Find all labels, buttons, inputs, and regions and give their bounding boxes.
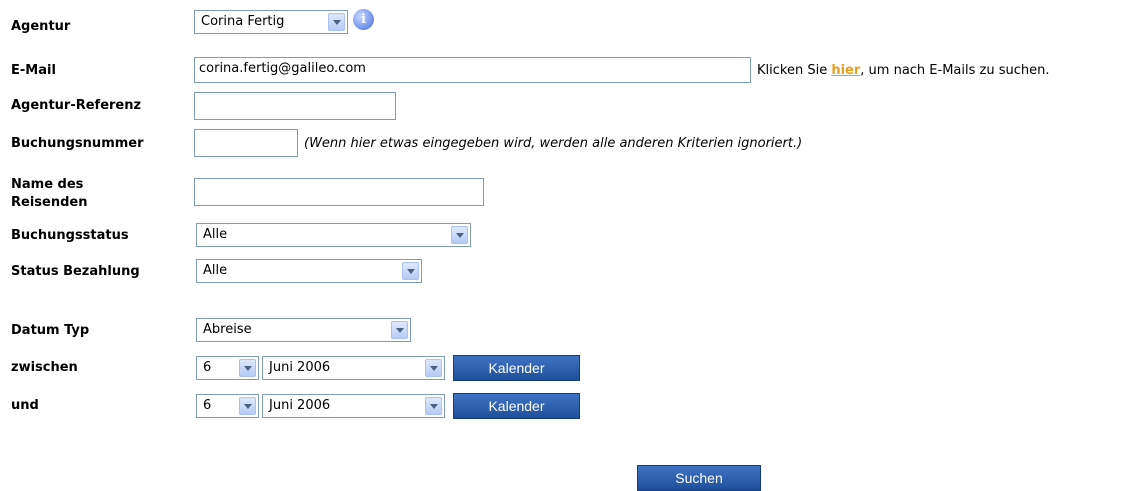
buchungsnummer-field[interactable]	[194, 129, 298, 157]
name-reisenden-label-line2: Reisenden	[11, 195, 88, 210]
email-field[interactable]: corina.fertig@galileo.com	[194, 57, 751, 83]
email-label: E-Mail	[11, 63, 56, 78]
chevron-down-icon	[402, 262, 419, 280]
email-hint-prefix: Klicken Sie	[757, 63, 832, 78]
agentur-referenz-field[interactable]	[194, 92, 396, 120]
agentur-select[interactable]: Corina Fertig	[194, 10, 348, 34]
und-month-value: Juni 2006	[269, 398, 331, 413]
status-bezahlung-select[interactable]: Alle	[196, 259, 422, 283]
chevron-down-icon	[451, 226, 468, 244]
status-bezahlung-label: Status Bezahlung	[11, 264, 140, 279]
status-bezahlung-select-value: Alle	[203, 263, 228, 278]
name-reisenden-label-line1: Name des	[11, 177, 84, 192]
agentur-select-value: Corina Fertig	[201, 14, 285, 29]
datum-typ-select-value: Abreise	[203, 322, 252, 337]
chevron-down-icon	[239, 397, 256, 415]
und-month-select[interactable]: Juni 2006	[262, 394, 445, 418]
chevron-down-icon	[239, 359, 256, 377]
und-label: und	[11, 398, 39, 413]
und-day-value: 6	[203, 398, 212, 413]
zwischen-day-value: 6	[203, 360, 212, 375]
zwischen-month-select[interactable]: Juni 2006	[262, 356, 445, 380]
und-day-select[interactable]: 6	[196, 394, 259, 418]
kalender-button-zwischen[interactable]: Kalender	[453, 355, 580, 381]
chevron-down-icon	[425, 397, 442, 415]
agentur-referenz-label: Agentur-Referenz	[11, 98, 142, 113]
suchen-button[interactable]: Suchen	[637, 465, 761, 491]
datum-typ-select[interactable]: Abreise	[196, 318, 411, 342]
chevron-down-icon	[425, 359, 442, 377]
name-reisenden-field[interactable]	[194, 178, 484, 206]
info-icon[interactable]: i	[353, 9, 374, 30]
buchungsnummer-note: (Wenn hier etwas eingegeben wird, werden…	[304, 136, 803, 151]
buchungsstatus-select[interactable]: Alle	[196, 223, 471, 247]
email-hint-suffix: , um nach E-Mails zu suchen.	[860, 63, 1050, 78]
email-search-link[interactable]: hier	[831, 63, 860, 78]
buchungsstatus-select-value: Alle	[203, 227, 228, 242]
kalender-button-und[interactable]: Kalender	[453, 393, 580, 419]
zwischen-month-value: Juni 2006	[269, 360, 331, 375]
chevron-down-icon	[328, 13, 345, 31]
zwischen-label: zwischen	[11, 360, 78, 375]
buchungsnummer-label: Buchungsnummer	[11, 136, 144, 151]
datum-typ-label: Datum Typ	[11, 323, 90, 338]
chevron-down-icon	[391, 321, 408, 339]
zwischen-day-select[interactable]: 6	[196, 356, 259, 380]
email-search-hint: Klicken Sie hier, um nach E-Mails zu suc…	[757, 63, 1050, 79]
buchungsstatus-label: Buchungsstatus	[11, 228, 129, 243]
agentur-label: Agentur	[11, 19, 71, 34]
